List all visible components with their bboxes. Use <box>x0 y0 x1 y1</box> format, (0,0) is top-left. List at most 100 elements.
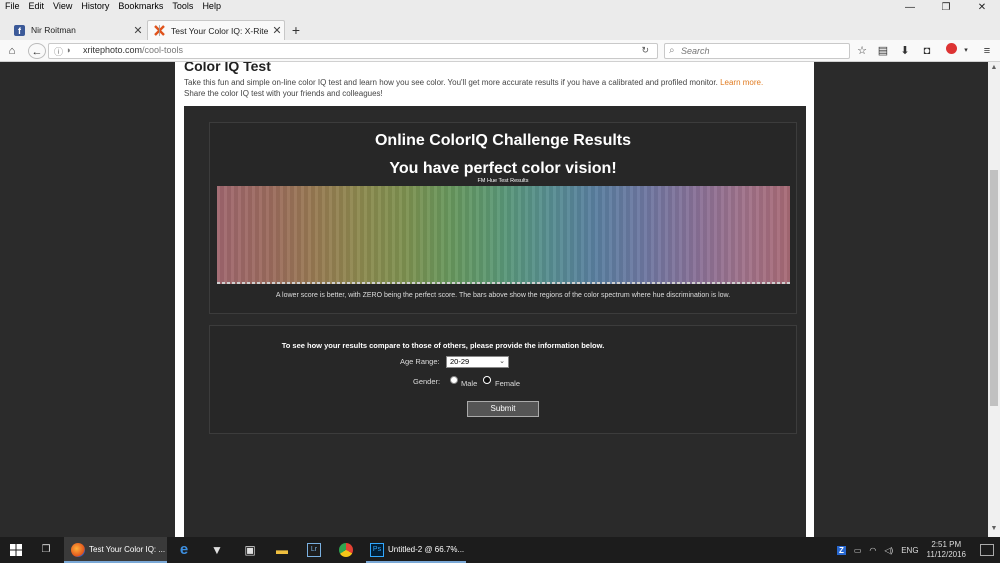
clock-time: 2:51 PM <box>931 540 962 549</box>
chevron-down-icon[interactable]: ▾ <box>962 43 970 59</box>
taskbar: ❐ Test Your Color IQ: ... e ▼ ▣ ▬ Lr Ps … <box>0 537 1000 563</box>
battery-icon[interactable]: ▭ <box>854 546 862 555</box>
menu-icon[interactable]: ≡ <box>980 43 994 59</box>
tray-app-icon[interactable]: Z <box>836 545 846 555</box>
gender-female-radio[interactable] <box>483 376 491 384</box>
taskbar-firefox-label: Test Your Color IQ: ... <box>89 545 166 554</box>
search-box[interactable]: ⌕ <box>664 43 850 59</box>
facebook-icon: f <box>14 24 25 36</box>
minimize-button[interactable]: — <box>892 0 928 16</box>
results-box: Online ColorIQ Challenge Results You hav… <box>209 122 797 314</box>
photoshop-icon: Ps <box>370 543 384 557</box>
learn-more-link[interactable]: Learn more. <box>720 78 763 87</box>
back-icon[interactable]: ← <box>28 43 46 59</box>
lightroom-icon[interactable]: Lr <box>304 537 324 563</box>
store-icon[interactable]: ▣ <box>240 537 260 563</box>
tab-label: Test Your Color IQ: X-Rite ... <box>171 25 270 36</box>
window-controls: — ❐ ✕ <box>892 0 1000 16</box>
age-range-value: 20-29 <box>450 357 470 366</box>
taskbar-photoshop-label: Untitled-2 @ 66.7%... <box>388 545 465 554</box>
clock-date: 11/12/2016 <box>926 550 966 559</box>
edge-icon[interactable]: e <box>174 537 194 563</box>
share-text: Share the color IQ test with your friend… <box>184 89 383 98</box>
url-host: xritephoto.com <box>83 45 143 55</box>
search-icon: ⌕ <box>669 45 675 56</box>
compare-prompt: To see how your results compare to those… <box>281 341 605 350</box>
test-panel: Online ColorIQ Challenge Results You hav… <box>184 106 806 537</box>
chrome-icon[interactable] <box>336 537 356 563</box>
results-verdict: You have perfect color vision! <box>389 160 617 177</box>
tab-nir-roitman[interactable]: f Nir Roitman ✕ <box>8 20 145 40</box>
menu-bar: File Edit View History Bookmarks Tools H… <box>0 0 225 13</box>
menu-bookmarks[interactable]: Bookmarks <box>113 0 167 13</box>
gender-female-label: Female <box>495 379 521 388</box>
tab-label: Nir Roitman <box>31 25 76 35</box>
score-baseline <box>217 282 790 284</box>
intro-paragraph: Take this fun and simple on-line color I… <box>184 78 718 87</box>
gender-male-radio[interactable] <box>450 376 458 384</box>
taskbar-photoshop[interactable]: Ps Untitled-2 @ 66.7%... <box>366 537 466 563</box>
menu-view[interactable]: View <box>48 0 76 13</box>
scroll-up-icon[interactable]: ▲ <box>988 64 1000 71</box>
task-view-icon[interactable]: ❐ <box>32 537 60 563</box>
menu-edit[interactable]: Edit <box>24 0 49 13</box>
menu-file[interactable]: File <box>0 0 24 13</box>
close-tab-icon[interactable]: ✕ <box>131 24 145 37</box>
shield-icon: ◗ <box>66 45 72 55</box>
url-path: /cool-tools <box>142 45 184 55</box>
navigation-bar: ⌂ ← ⓘ ◗ xritephoto.com/cool-tools ↻ ⌕ ☆ … <box>0 40 1000 62</box>
page-viewport: Color IQ Test Take this fun and simple o… <box>0 62 1000 537</box>
hue-spectrum-chart <box>217 186 790 284</box>
search-input[interactable] <box>681 46 841 56</box>
compare-form: To see how your results compare to those… <box>209 325 797 434</box>
age-range-label: Age Range: <box>400 357 440 366</box>
volume-icon[interactable]: ◁) <box>884 546 893 555</box>
reading-list-icon[interactable]: ▤ <box>876 43 890 59</box>
firefox-icon <box>71 543 85 557</box>
home-icon[interactable]: ⌂ <box>5 43 19 59</box>
scrollbar-thumb[interactable] <box>990 170 998 406</box>
title-bar: File Edit View History Bookmarks Tools H… <box>0 0 1000 40</box>
close-window-button[interactable]: ✕ <box>964 0 1000 16</box>
system-tray: Z ▭ ◠ ◁) ENG 2:51 PM 11/12/2016 <box>836 537 1000 563</box>
download-icon[interactable]: ⬇ <box>898 43 912 59</box>
results-title: Online ColorIQ Challenge Results <box>374 132 632 149</box>
gender-label: Gender: <box>413 377 441 386</box>
lightroom-badge: Lr <box>307 543 321 557</box>
info-icon[interactable]: ⓘ <box>54 45 63 58</box>
adblock-icon[interactable] <box>944 43 958 59</box>
chevron-down-icon: ⌄ <box>499 358 505 365</box>
url-bar[interactable]: ⓘ ◗ xritephoto.com/cool-tools ↻ <box>48 43 658 59</box>
tab-color-iq[interactable]: Test Your Color IQ: X-Rite ... ✕ <box>147 20 285 40</box>
chart-label: FM Hue Test Results <box>477 178 529 184</box>
file-explorer-icon[interactable]: ▬ <box>272 537 292 563</box>
language-indicator[interactable]: ENG <box>901 546 918 555</box>
scroll-down-icon[interactable]: ▼ <box>988 525 1000 532</box>
bookmark-star-icon[interactable]: ☆ <box>855 43 869 59</box>
page-content: Color IQ Test Take this fun and simple o… <box>175 62 814 537</box>
restore-button[interactable]: ❐ <box>928 0 964 16</box>
notifications-icon[interactable] <box>980 544 994 556</box>
wifi-icon[interactable]: ◠ <box>869 546 876 555</box>
chrome-logo <box>339 543 353 557</box>
url-text: xritephoto.com/cool-tools <box>83 45 183 55</box>
gender-male-label: Male <box>461 379 478 388</box>
menu-help[interactable]: Help <box>197 0 225 13</box>
pocket-icon[interactable]: ◘ <box>920 43 934 59</box>
close-tab-icon[interactable]: ✕ <box>270 24 284 37</box>
windows-start-icon[interactable] <box>0 537 32 563</box>
scrollbar[interactable]: ▲ ▼ <box>988 62 1000 537</box>
submit-button[interactable]: Submit <box>467 401 539 417</box>
new-tab-button[interactable]: + <box>288 20 304 40</box>
menu-tools[interactable]: Tools <box>167 0 197 13</box>
menu-history[interactable]: History <box>76 0 113 13</box>
browser-window: File Edit View History Bookmarks Tools H… <box>0 0 1000 563</box>
taskbar-firefox[interactable]: Test Your Color IQ: ... <box>64 537 167 563</box>
xrite-icon <box>154 25 165 36</box>
age-range-select[interactable]: 20-29 ⌄ <box>446 356 509 368</box>
page-title: Color IQ Test <box>184 62 271 74</box>
reload-icon[interactable]: ↻ <box>641 45 649 56</box>
intro-text: Take this fun and simple on-line color I… <box>184 77 809 99</box>
fox-app-icon[interactable]: ▼ <box>207 537 227 563</box>
clock[interactable]: 2:51 PM 11/12/2016 <box>927 540 966 560</box>
